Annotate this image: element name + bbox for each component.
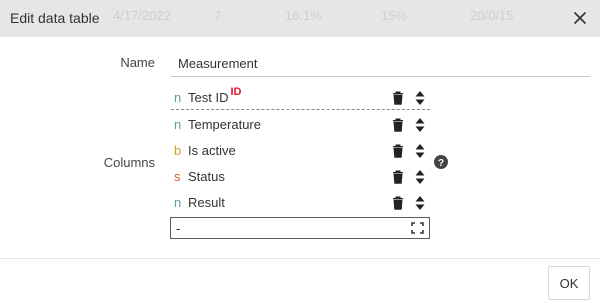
- name-field[interactable]: [171, 50, 590, 77]
- trash-icon[interactable]: [392, 118, 404, 132]
- help-icon[interactable]: ?: [434, 155, 448, 169]
- trash-icon[interactable]: [392, 196, 404, 210]
- column-type-badge: n: [174, 117, 182, 132]
- column-name: Result: [188, 195, 225, 210]
- column-name: Temperature: [188, 117, 261, 132]
- background-cell: 7: [214, 8, 222, 23]
- sort-icon[interactable]: [415, 169, 425, 185]
- column-name: Status: [188, 169, 225, 184]
- background-cell: 15%: [381, 8, 408, 23]
- trash-icon[interactable]: [392, 144, 404, 158]
- column-row[interactable]: n Result: [171, 190, 430, 215]
- dialog-header: 4/17/2022 7 16.1% 15% 20/0/15 Edit data …: [0, 0, 600, 37]
- close-icon: [574, 12, 586, 24]
- background-cell: 20/0/15: [470, 8, 514, 23]
- column-row[interactable]: n Temperature: [171, 112, 430, 137]
- trash-icon[interactable]: [392, 170, 404, 184]
- background-cell: 4/17/2022: [113, 8, 171, 23]
- expand-icon[interactable]: [411, 222, 424, 234]
- column-name: Is active: [188, 143, 236, 158]
- sort-icon[interactable]: [415, 143, 425, 159]
- column-type-badge: n: [174, 195, 182, 210]
- column-type-badge: n: [174, 89, 182, 105]
- footer-divider: [0, 258, 600, 259]
- name-label: Name: [120, 55, 155, 70]
- column-type-badge: s: [174, 169, 181, 184]
- id-badge: ID: [230, 86, 242, 98]
- column-row[interactable]: n Test ID ID: [171, 85, 430, 110]
- column-name: Test ID: [188, 89, 229, 105]
- column-type-badge: b: [174, 143, 182, 158]
- column-row[interactable]: b Is active: [171, 138, 430, 163]
- svg-text:?: ?: [438, 158, 444, 169]
- background-cell: 16.1%: [285, 8, 322, 23]
- ok-button[interactable]: OK: [548, 266, 590, 300]
- dialog-title: Edit data table: [10, 10, 100, 26]
- close-button[interactable]: [569, 7, 591, 29]
- add-column-input[interactable]: [170, 217, 430, 239]
- columns-label: Columns: [103, 155, 155, 170]
- column-row[interactable]: s Status: [171, 164, 430, 189]
- sort-icon[interactable]: [415, 90, 425, 106]
- sort-icon[interactable]: [415, 117, 425, 133]
- sort-icon[interactable]: [415, 195, 425, 211]
- trash-icon[interactable]: [392, 91, 404, 105]
